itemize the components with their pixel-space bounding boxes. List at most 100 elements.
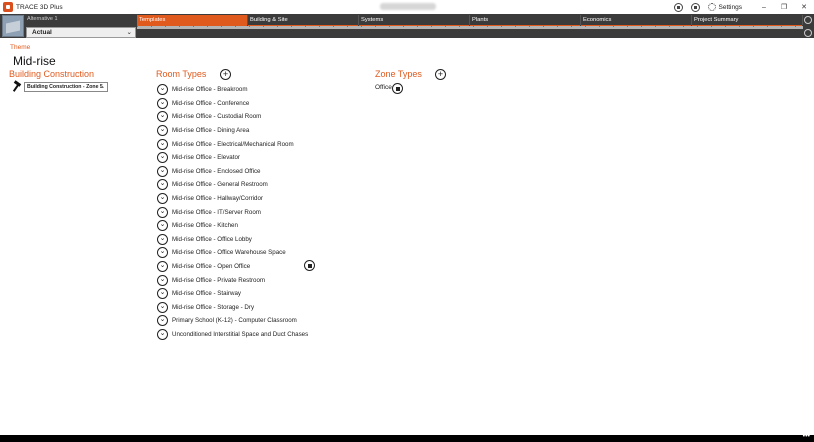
alternative-label: Alternative 1: [27, 16, 58, 22]
room-type-label: Mid-rise Office - Open Office: [172, 263, 251, 271]
expand-chevron-icon[interactable]: ⌄: [157, 233, 168, 245]
room-type-label: Mid-rise Office - Conference: [172, 99, 250, 107]
close-button[interactable]: ✕: [794, 3, 814, 11]
room-type-label: Mid-rise Office - Electrical/Mechanical …: [172, 140, 294, 148]
restore-button[interactable]: ❐: [774, 3, 794, 11]
alternative-select-value: Actual: [32, 29, 52, 36]
tab-templates[interactable]: Templates: [137, 15, 248, 27]
expand-chevron-icon[interactable]: ⌄: [157, 328, 168, 340]
workflow-tabs: Templates Building & Site Systems Plants…: [137, 15, 803, 27]
settings-button[interactable]: Settings: [707, 3, 743, 11]
list-item[interactable]: ⌄ Mid-rise Office - Electrical/Mechanical…: [157, 137, 308, 151]
room-type-label: Mid-rise Office - Custodial Room: [172, 113, 262, 121]
expand-chevron-icon[interactable]: ⌄: [157, 125, 168, 137]
room-types-list: ⌄ Mid-rise Office - Breakroom ⌄ Mid-rise Of…: [157, 83, 308, 341]
tab-project-summary[interactable]: Project Summary: [692, 15, 803, 27]
building-thumbnail[interactable]: [2, 15, 24, 37]
list-item[interactable]: ⌄ Mid-rise Office - Conference: [157, 97, 308, 111]
building-construction-value: Building Construction - Zone 5: [27, 84, 103, 90]
expand-chevron-icon[interactable]: ⌄: [157, 288, 168, 300]
room-type-label: Mid-rise Office - Elevator: [172, 154, 240, 162]
chevron-down-icon: ⌄: [100, 84, 105, 90]
list-item[interactable]: ⌄ Mid-rise Office - Office Warehouse Spac…: [157, 246, 308, 260]
room-type-label: Mid-rise Office - Kitchen: [172, 222, 238, 230]
tab-economics[interactable]: Economics: [581, 15, 692, 27]
zone-types-heading: Zone Types: [375, 69, 422, 79]
expand-chevron-icon[interactable]: ⌄: [157, 301, 168, 313]
chevron-down-icon: ⌄: [126, 29, 132, 36]
open-office-flag-icon[interactable]: [304, 260, 315, 271]
list-item[interactable]: ⌄ Primary School (K-12) - Computer Classr…: [157, 314, 308, 328]
expand-chevron-icon[interactable]: ⌄: [157, 206, 168, 218]
room-type-label: Mid-rise Office - Private Restroom: [172, 276, 266, 284]
room-type-label: Mid-rise Office - Breakroom: [172, 86, 248, 94]
project-name-blurred: [380, 3, 436, 10]
expand-chevron-icon[interactable]: ⌄: [157, 138, 168, 150]
building-construction-heading: Building Construction: [9, 69, 95, 79]
collapse-ribbon-icon[interactable]: [804, 16, 812, 24]
window-title: TRACE 3D Plus: [16, 3, 63, 11]
list-item[interactable]: ⌄ Mid-rise Office - Dining Area: [157, 124, 308, 138]
room-type-label: Mid-rise Office - Storage - Dry: [172, 303, 255, 311]
building-construction-row: Building Construction - Zone 5 ⌄: [11, 82, 108, 92]
room-type-label: Mid-rise Office - Office Warehouse Space: [172, 249, 286, 257]
library-icon[interactable]: [673, 2, 683, 12]
list-item[interactable]: ⌄ Mid-rise Office - Custodial Room: [157, 110, 308, 124]
room-type-label: Mid-rise Office - Enclosed Office: [172, 167, 261, 175]
room-type-label: Primary School (K-12) - Computer Classro…: [172, 317, 297, 325]
sub-ribbon: [137, 29, 803, 38]
expand-chevron-icon[interactable]: ⌄: [157, 193, 168, 205]
list-item[interactable]: ⌄ Mid-rise Office - Kitchen: [157, 219, 308, 233]
list-item[interactable]: ⌄ Mid-rise Office - Storage - Dry: [157, 301, 308, 315]
gear-icon: [707, 3, 716, 11]
zone-type-label: Office: [375, 84, 392, 91]
tab-building-site[interactable]: Building & Site: [248, 15, 359, 27]
hammer-icon: [11, 82, 21, 92]
settings-label: Settings: [718, 3, 743, 11]
theme-link[interactable]: Theme: [10, 44, 30, 51]
room-type-label: Unconditioned Interstitial Space and Duc…: [172, 330, 309, 338]
more-icon[interactable]: •••: [803, 433, 810, 440]
room-type-label: Mid-rise Office - General Restroom: [172, 181, 268, 189]
list-item[interactable]: ⌄ Mid-rise Office - General Restroom: [157, 178, 308, 192]
room-type-label: Mid-rise Office - Stairway: [172, 290, 241, 298]
add-zone-type-button[interactable]: +: [435, 69, 446, 80]
list-item[interactable]: ⌄ Mid-rise Office - Office Lobby: [157, 233, 308, 247]
expand-chevron-icon[interactable]: ⌄: [157, 165, 168, 177]
tab-plants[interactable]: Plants: [470, 15, 581, 27]
expand-chevron-icon[interactable]: ⌄: [157, 179, 168, 191]
list-item[interactable]: ⌄ Mid-rise Office - Elevator: [157, 151, 308, 165]
list-item[interactable]: ⌄ Mid-rise Office - Hallway/Corridor: [157, 192, 308, 206]
minimize-button[interactable]: –: [754, 4, 774, 11]
app-logo-icon: [3, 2, 13, 12]
expand-chevron-icon[interactable]: ⌄: [157, 247, 168, 259]
list-item[interactable]: ⌄ Mid-rise Office - Breakroom: [157, 83, 308, 97]
expand-chevron-icon[interactable]: ⌄: [157, 261, 168, 273]
expand-chevron-icon[interactable]: ⌄: [157, 220, 168, 232]
title-bar: TRACE 3D Plus Settings – ❐ ✕: [0, 0, 814, 14]
expand-chevron-icon[interactable]: ⌄: [157, 111, 168, 123]
expand-chevron-icon[interactable]: ⌄: [157, 274, 168, 286]
building-construction-select[interactable]: Building Construction - Zone 5 ⌄: [24, 82, 108, 92]
room-type-label: Mid-rise Office - Hallway/Corridor: [172, 195, 263, 203]
list-item[interactable]: ⌄ Mid-rise Office - IT/Server Room: [157, 205, 308, 219]
room-type-label: Mid-rise Office - IT/Server Room: [172, 208, 261, 216]
office-flag-icon[interactable]: [392, 83, 403, 94]
report-icon[interactable]: [690, 2, 700, 12]
expand-chevron-icon[interactable]: ⌄: [157, 97, 168, 109]
navigate-icon[interactable]: [804, 29, 812, 37]
expand-chevron-icon[interactable]: ⌄: [157, 315, 168, 327]
expand-chevron-icon[interactable]: ⌄: [157, 152, 168, 164]
page-title: Mid-rise: [13, 54, 56, 68]
add-room-type-button[interactable]: +: [220, 69, 231, 80]
alternative-select[interactable]: Actual ⌄: [26, 27, 136, 38]
list-item[interactable]: ⌄ Mid-rise Office - Open Office: [157, 260, 308, 274]
zone-type-office[interactable]: Office: [375, 84, 392, 91]
list-item[interactable]: ⌄ Mid-rise Office - Enclosed Office: [157, 165, 308, 179]
status-bar: •••: [0, 433, 814, 442]
list-item[interactable]: ⌄ Mid-rise Office - Stairway: [157, 287, 308, 301]
list-item[interactable]: ⌄ Mid-rise Office - Private Restroom: [157, 273, 308, 287]
expand-chevron-icon[interactable]: ⌄: [157, 84, 168, 96]
tab-systems[interactable]: Systems: [359, 15, 470, 27]
list-item[interactable]: ⌄ Unconditioned Interstitial Space and Du…: [157, 328, 308, 342]
